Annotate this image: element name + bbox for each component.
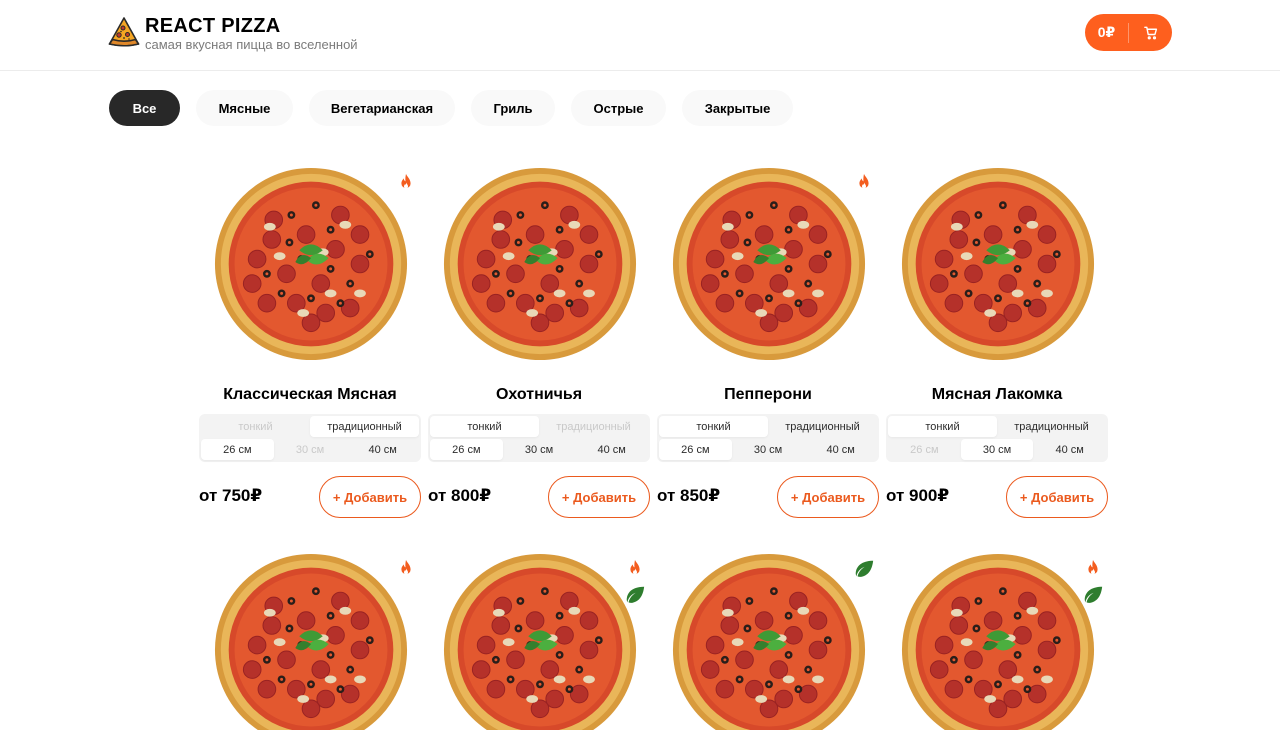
size-option[interactable]: 26 см (888, 439, 961, 460)
pizza-title: Охотничья (495, 386, 583, 403)
dough-option[interactable]: тонкий (201, 416, 310, 437)
size-option[interactable]: 30 см (503, 439, 576, 460)
size-option[interactable]: 26 см (659, 439, 732, 460)
pizza-badges (853, 172, 875, 194)
pizza-image (443, 167, 637, 361)
dough-selector: тонкий традиционный (201, 416, 419, 437)
cart-button[interactable]: 0₽ (1085, 14, 1172, 51)
size-option[interactable]: 26 см (201, 439, 274, 460)
pizza-options-selector: тонкий традиционный 26 см 30 см 40 см (428, 414, 650, 462)
pizza-logo-icon[interactable] (108, 16, 140, 48)
size-option[interactable]: 30 см (960, 439, 1034, 460)
pizza-badges (1082, 558, 1104, 606)
dough-selector: тонкий традиционный (888, 416, 1106, 437)
app-subtitle: самая вкусная пицца во вселенной (145, 37, 358, 52)
category-vegetarian[interactable]: Вегетарианская (309, 90, 455, 126)
size-option[interactable]: 40 см (575, 439, 648, 460)
pizza-options-selector: тонкий традиционный 26 см 30 см 40 см (886, 414, 1108, 462)
size-option[interactable]: 40 см (1033, 439, 1106, 460)
category-all[interactable]: Все (109, 90, 180, 126)
header: REACT PIZZA самая вкусная пицца во вселе… (0, 0, 1280, 71)
size-option[interactable]: 30 см (732, 439, 805, 460)
dough-option[interactable]: традиционный (997, 416, 1106, 437)
add-to-cart-button[interactable]: + Добавить (1006, 476, 1108, 518)
pizza-title: Классическая Мясная (223, 386, 397, 403)
app-title: REACT PIZZA (145, 15, 281, 37)
dough-option[interactable]: тонкий (659, 416, 768, 437)
pizza-options-selector: тонкий традиционный 26 см 30 см 40 см (657, 414, 879, 462)
category-spicy[interactable]: Острые (571, 90, 666, 126)
pizza-price: от 800₽ (428, 486, 492, 505)
spicy-icon (630, 559, 640, 575)
size-selector: 26 см 30 см 40 см (430, 439, 648, 460)
size-option[interactable]: 30 см (274, 439, 347, 460)
size-selector: 26 см 30 см 40 см (659, 439, 877, 460)
dough-option[interactable]: традиционный (310, 416, 419, 437)
pizza-title: Мясная Лакомка (931, 386, 1063, 403)
pizza-badges (624, 558, 646, 606)
category-grill[interactable]: Гриль (471, 90, 555, 126)
add-to-cart-button[interactable]: + Добавить (319, 476, 421, 518)
size-option[interactable]: 26 см (430, 439, 503, 460)
vegetarian-leaf-icon (626, 586, 645, 603)
pizza-price: от 750₽ (199, 486, 263, 505)
dough-option[interactable]: тонкий (888, 416, 997, 437)
cart-total: 0₽ (1097, 24, 1116, 40)
size-selector: 26 см 30 см 40 см (201, 439, 419, 460)
add-to-cart-button[interactable]: + Добавить (548, 476, 650, 518)
pizza-image (672, 167, 866, 361)
spicy-icon (859, 173, 869, 189)
dough-selector: тонкий традиционный (430, 416, 648, 437)
size-option[interactable]: 40 см (804, 439, 877, 460)
pizza-image (214, 553, 408, 730)
category-meat[interactable]: Мясные (196, 90, 293, 126)
dough-selector: тонкий традиционный (659, 416, 877, 437)
spicy-icon (1088, 559, 1098, 575)
pizza-price: от 900₽ (886, 486, 950, 505)
cart-icon (1129, 26, 1172, 40)
category-closed[interactable]: Закрытые (682, 90, 793, 126)
size-selector: 26 см 30 см 40 см (888, 439, 1106, 460)
pizza-image (443, 553, 637, 730)
pizza-image (901, 553, 1095, 730)
pizza-image (901, 167, 1095, 361)
pizza-title: Пепперони (724, 386, 812, 403)
pizza-image (672, 553, 866, 730)
pizza-badges (395, 558, 417, 580)
dough-option[interactable]: традиционный (539, 416, 648, 437)
vegetarian-leaf-icon (855, 560, 874, 577)
pizza-badges (853, 558, 875, 580)
pizza-image (214, 167, 408, 361)
dough-option[interactable]: традиционный (768, 416, 877, 437)
dough-option[interactable]: тонкий (430, 416, 539, 437)
vegetarian-leaf-icon (1084, 586, 1103, 603)
spicy-icon (401, 173, 411, 189)
pizza-options-selector: тонкий традиционный 26 см 30 см 40 см (199, 414, 421, 462)
pizza-price: от 850₽ (657, 486, 721, 505)
pizza-badges (395, 172, 417, 194)
add-to-cart-button[interactable]: + Добавить (777, 476, 879, 518)
spicy-icon (401, 559, 411, 575)
size-option[interactable]: 40 см (346, 439, 419, 460)
